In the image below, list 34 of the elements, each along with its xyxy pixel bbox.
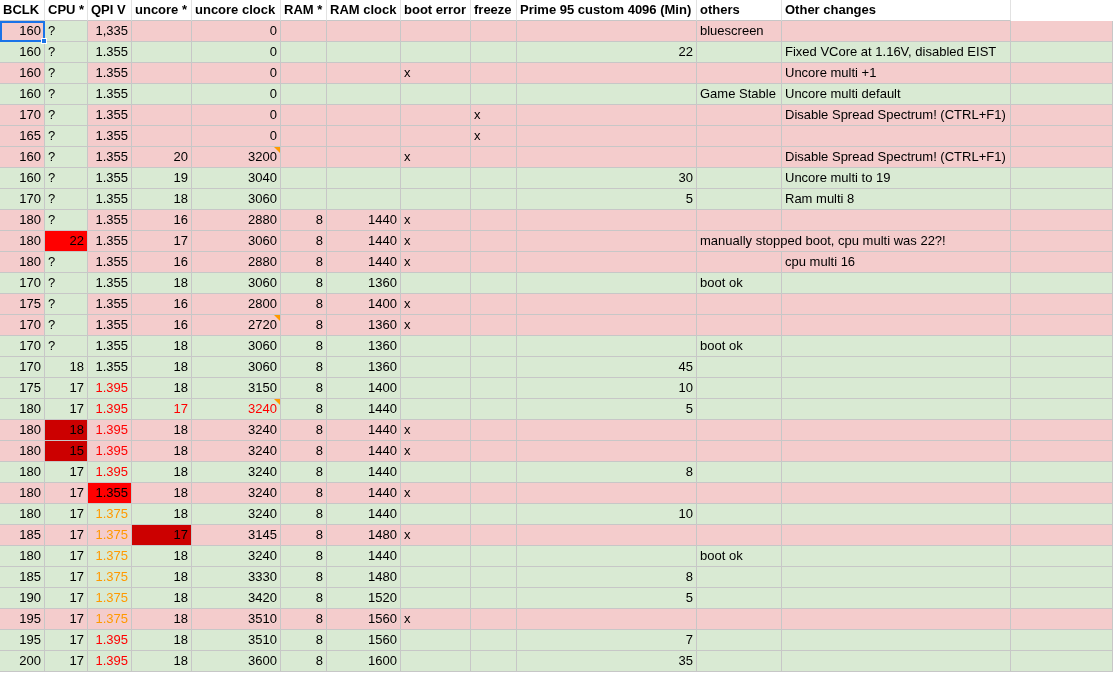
table-cell: ? xyxy=(45,315,88,336)
table-cell: ? xyxy=(45,105,88,126)
table-cell: 3600 xyxy=(192,651,281,672)
table-cell: ? xyxy=(45,273,88,294)
table-cell: 17 xyxy=(132,525,192,546)
table-cell: ? xyxy=(45,84,88,105)
table-cell: ? xyxy=(45,63,88,84)
table-cell: ? xyxy=(45,210,88,231)
table-cell: 35 xyxy=(517,651,697,672)
table-cell: ? xyxy=(45,294,88,315)
fill-handle[interactable] xyxy=(41,38,47,44)
table-cell: 17 xyxy=(45,651,88,672)
comment-indicator[interactable] xyxy=(274,315,280,321)
table-cell: 8 xyxy=(281,651,327,672)
table-cell: 18 xyxy=(45,420,88,441)
table-cell: ? xyxy=(45,126,88,147)
table-cell: 15 xyxy=(45,441,88,462)
table-cell: ? xyxy=(45,252,88,273)
table-cell: ? xyxy=(45,21,88,42)
table-cell: 160 xyxy=(0,21,45,42)
table-cell: 1.355 xyxy=(88,483,132,504)
table-cell: 22 xyxy=(45,231,88,252)
table-cell: ? xyxy=(45,42,88,63)
table-cell: 200 xyxy=(0,651,45,672)
table-cell: ? xyxy=(45,168,88,189)
comment-indicator[interactable] xyxy=(274,147,280,153)
table-cell: ? xyxy=(45,189,88,210)
table-cell: ? xyxy=(45,147,88,168)
table-cell: ? xyxy=(45,336,88,357)
table-cell: 1.395 xyxy=(88,651,132,672)
column-header: BCLK xyxy=(0,0,45,21)
table-cell: 1600 xyxy=(327,651,401,672)
comment-indicator[interactable] xyxy=(274,399,280,405)
table-cell: 18 xyxy=(132,651,192,672)
